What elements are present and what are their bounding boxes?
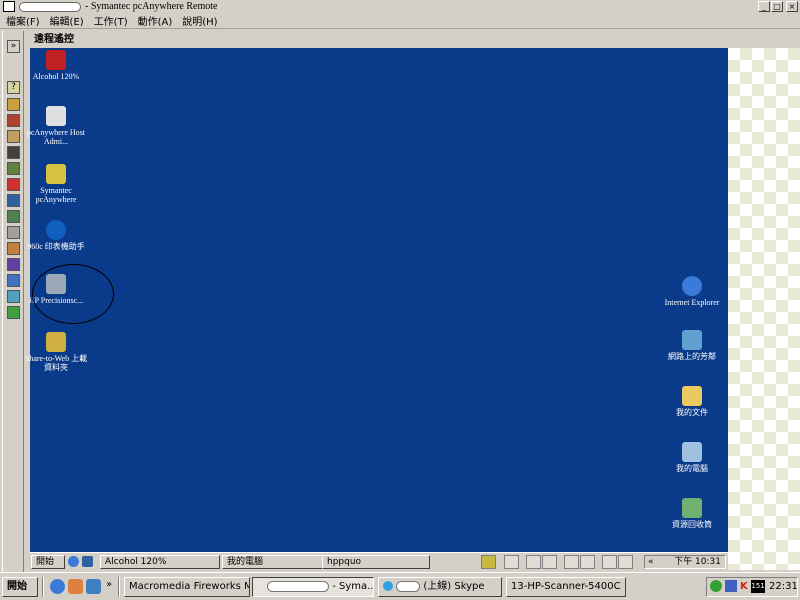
task-skype[interactable]: (上線) Skype xyxy=(378,577,502,597)
users-icon[interactable] xyxy=(7,290,20,303)
edit-tool-icon[interactable] xyxy=(542,555,557,569)
desktop-icon-pcanywhere-host[interactable]: pcAnywhere Host Admi... xyxy=(21,106,91,146)
remote-control-title: 遠程遙控 xyxy=(28,33,800,47)
redacted-host-name xyxy=(19,1,81,12)
pcanywhere-host-icon xyxy=(46,106,66,126)
remote-view-background xyxy=(728,48,800,570)
remote-system-tray: « 下午 10:31 xyxy=(644,555,726,569)
help-tool-icon[interactable] xyxy=(602,555,617,569)
menu-action[interactable]: 動作(A) xyxy=(138,13,173,28)
window-title: - Symantec pcAnywhere Remote xyxy=(85,1,218,12)
remote-desktop-quicklaunch-icon[interactable] xyxy=(82,556,93,567)
my-computer-icon xyxy=(682,442,702,462)
network-tray-icon[interactable] xyxy=(725,580,737,592)
local-clock: 22:31 xyxy=(769,581,798,592)
options-icon[interactable] xyxy=(7,210,20,223)
desktop-icon-share-to-web[interactable]: Share-to-Web 上載資料夾 xyxy=(21,332,91,372)
file-transfer-icon[interactable] xyxy=(7,114,20,127)
highlight-circle xyxy=(32,264,114,324)
redacted-session-name xyxy=(267,580,329,592)
ie-quicklaunch-icon[interactable] xyxy=(50,579,65,594)
browser-quicklaunch-icon[interactable] xyxy=(86,579,101,594)
remote-clock: 下午 10:31 xyxy=(674,557,721,567)
antivirus-tray-icon[interactable]: K xyxy=(740,578,748,596)
session-icon[interactable] xyxy=(7,98,20,111)
remote-taskbar: 開始 Alcohol 120% 我的電腦 hppquo « 下午 10:31 xyxy=(30,552,728,570)
desktop-icon-hp-printer[interactable]: 960c 印表機助手 xyxy=(21,220,91,251)
keyboard-tool-icon[interactable] xyxy=(481,555,496,569)
local-taskbar: 開始 » Macromedia Fireworks M... - Syma...… xyxy=(0,572,800,600)
start-button[interactable]: 開始 xyxy=(2,577,38,597)
system-tray: K 151 22:31 xyxy=(706,577,798,597)
status-online-icon[interactable] xyxy=(710,580,722,592)
desktop-icon-network[interactable]: 網路上的芳鄰 xyxy=(657,330,727,361)
desktop-icon-alcohol[interactable]: Alcohol 120% xyxy=(21,50,91,81)
task-pcanywhere[interactable]: - Syma... xyxy=(252,577,374,597)
desktop-icon-internet-explorer[interactable]: Internet Explorer xyxy=(657,276,727,307)
quicklaunch-more[interactable]: » xyxy=(106,579,112,590)
ie-icon xyxy=(682,276,702,296)
tray-badge[interactable]: 151 xyxy=(751,580,765,593)
expand-toolbar-button[interactable]: » xyxy=(7,40,20,53)
network-tool-icon[interactable] xyxy=(7,274,20,287)
outlook-quicklaunch-icon[interactable] xyxy=(68,579,83,594)
task-hp-scanner-folder[interactable]: 13-HP-Scanner-5400C xyxy=(506,577,626,597)
desktop-icon-recycle-bin[interactable]: 資源回收筒 xyxy=(657,498,727,529)
hp-printer-icon xyxy=(46,220,66,240)
desktop-icon-my-computer[interactable]: 我的電腦 xyxy=(657,442,727,473)
help-button[interactable]: ? xyxy=(7,81,20,94)
alcohol-icon xyxy=(46,50,66,70)
pcanywhere-icon xyxy=(46,164,66,184)
keyboard-icon[interactable] xyxy=(7,258,20,271)
desktop-icon-pcanywhere[interactable]: Symantec pcAnywhere xyxy=(21,164,91,204)
dropdown-tool-icon[interactable] xyxy=(618,555,633,569)
draw-tool-icon[interactable] xyxy=(564,555,579,569)
network-icon xyxy=(682,330,702,350)
skype-icon xyxy=(383,581,393,591)
menu-file[interactable]: 檔案(F) xyxy=(6,13,40,28)
pen-tool-icon[interactable] xyxy=(526,555,541,569)
title-bar: - Symantec pcAnywhere Remote _ □ × xyxy=(0,0,800,13)
end-session-icon[interactable] xyxy=(7,178,20,191)
settings-icon[interactable] xyxy=(7,306,20,319)
recycle-bin-icon xyxy=(682,498,702,518)
clipboard-icon[interactable] xyxy=(7,226,20,239)
desktop-icon-my-documents[interactable]: 我的文件 xyxy=(657,386,727,417)
pcanywhere-app-icon[interactable] xyxy=(3,1,15,12)
share-to-web-icon xyxy=(46,332,66,352)
remote-desktop[interactable]: Alcohol 120% pcAnywhere Host Admi... Sym… xyxy=(25,48,728,552)
my-documents-icon xyxy=(682,386,702,406)
remote-start-button[interactable]: 開始 xyxy=(31,555,65,569)
printer-icon[interactable] xyxy=(7,242,20,255)
menu-help[interactable]: 說明(H) xyxy=(182,13,217,28)
monitor-icon[interactable] xyxy=(7,194,20,207)
screen-icon[interactable] xyxy=(7,146,20,159)
remote-task-alcohol[interactable]: Alcohol 120% xyxy=(100,555,220,569)
menu-task[interactable]: 工作(T) xyxy=(94,13,128,28)
refresh-icon[interactable] xyxy=(7,162,20,175)
printer-tool-icon[interactable] xyxy=(504,555,519,569)
remote-task-hppquo[interactable]: hppquo xyxy=(322,555,430,569)
maximize-button[interactable]: □ xyxy=(771,1,783,12)
chat-icon[interactable] xyxy=(7,130,20,143)
redacted-skype-name xyxy=(396,580,421,592)
minimize-button[interactable]: _ xyxy=(758,1,770,12)
close-button[interactable]: × xyxy=(786,1,798,12)
window-tool-icon[interactable] xyxy=(580,555,595,569)
menu-edit[interactable]: 編輯(E) xyxy=(50,13,84,28)
task-fireworks[interactable]: Macromedia Fireworks M... xyxy=(124,577,250,597)
menu-bar: 檔案(F) 編輯(E) 工作(T) 動作(A) 說明(H) xyxy=(0,13,800,29)
remote-ie-quicklaunch-icon[interactable] xyxy=(68,556,79,567)
tray-expand-arrows[interactable]: « xyxy=(645,556,654,568)
